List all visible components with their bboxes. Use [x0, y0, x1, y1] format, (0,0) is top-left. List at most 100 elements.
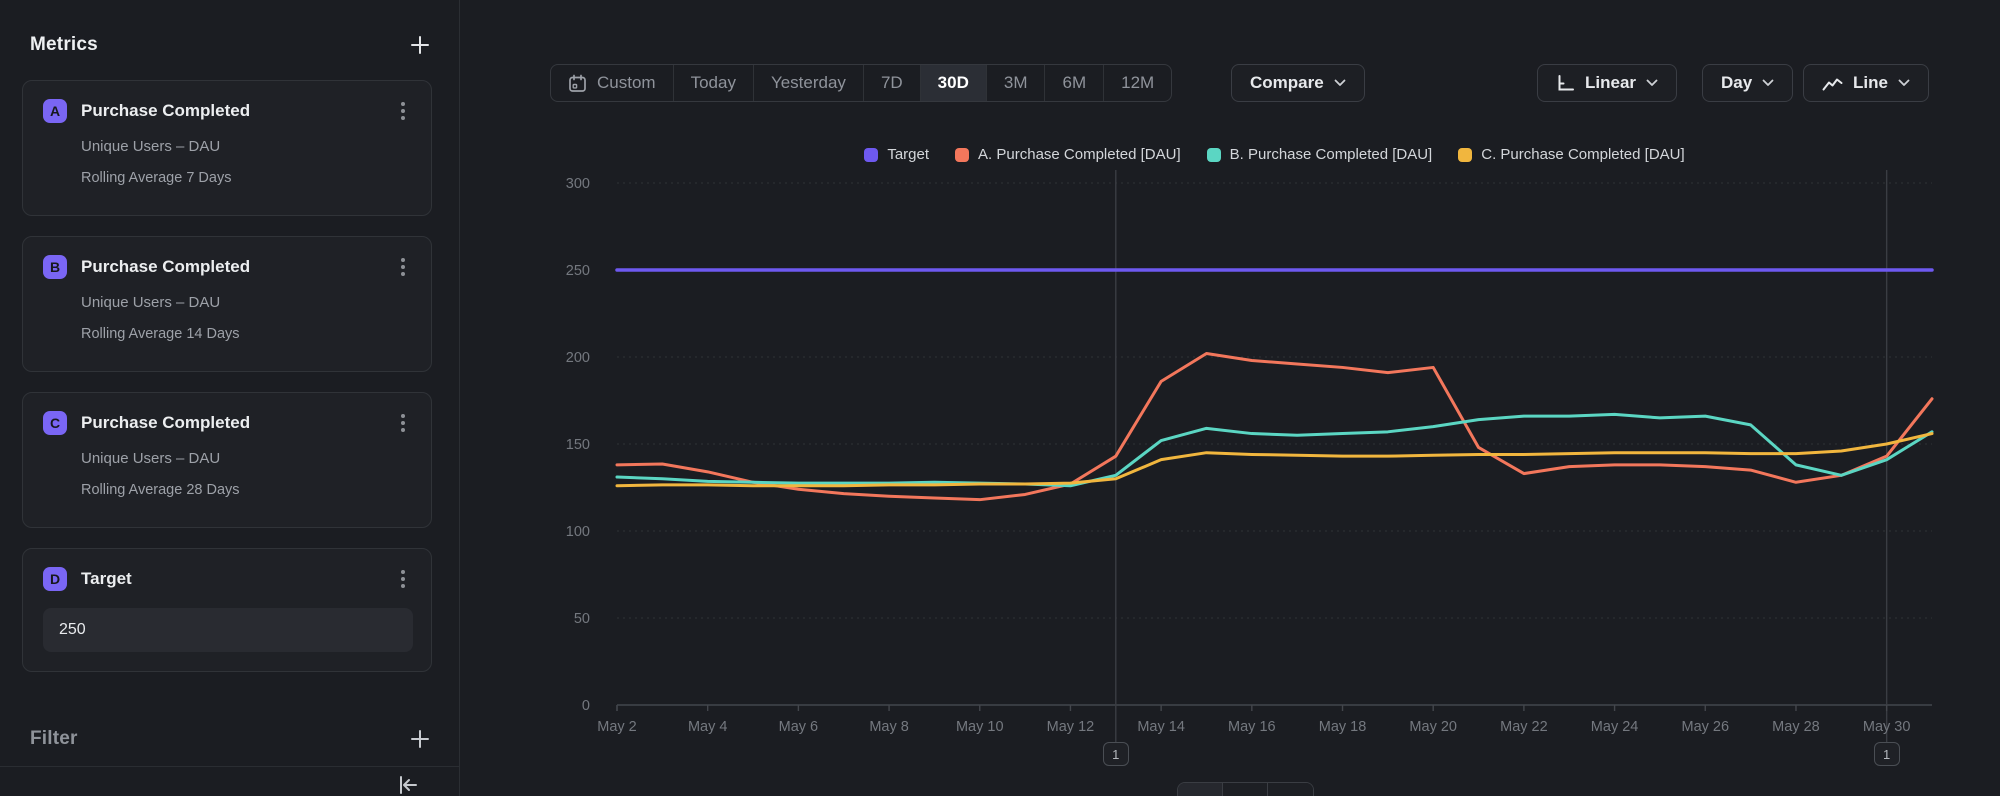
y-axis-label: 250: [566, 263, 590, 279]
add-filter-button[interactable]: [409, 728, 431, 750]
range-option-custom[interactable]: Custom: [551, 65, 674, 101]
x-axis-label: May 2: [597, 719, 637, 735]
kebab-dot: [401, 102, 405, 106]
target-value-input[interactable]: [43, 608, 413, 652]
kebab-dot: [401, 258, 405, 262]
y-axis-label: 150: [566, 437, 590, 453]
metric-menu-button[interactable]: [395, 410, 411, 436]
metric-card-c[interactable]: CPurchase CompletedUnique Users – DAURol…: [22, 392, 432, 528]
target-card[interactable]: DTarget: [22, 548, 432, 672]
collapse-left-icon: [396, 774, 420, 796]
x-axis-label: May 28: [1772, 719, 1820, 735]
metric-badge: A: [43, 99, 67, 123]
metric-title: Purchase Completed: [81, 257, 395, 277]
chart-type-dropdown-button[interactable]: Line: [1803, 64, 1929, 102]
view-toggle-group: [1177, 782, 1314, 796]
series-line-b: [617, 414, 1932, 485]
scale-label: Linear: [1585, 73, 1636, 93]
legend-label: A. Purchase Completed [DAU]: [978, 146, 1181, 163]
metric-card-list: A Purchase Completed Unique Users – DAU Rol…: [0, 80, 459, 672]
range-group: Custom TodayYesterday7D30D 3M 6M 12M: [550, 64, 1172, 102]
metric-menu-button[interactable]: [395, 98, 411, 124]
kebab-dot: [401, 272, 405, 276]
annotation-badge[interactable]: 1: [1874, 742, 1900, 766]
metric-rolling-window: Rolling Average 7 Days: [81, 170, 411, 186]
range-option-12m[interactable]: 12M: [1104, 65, 1171, 101]
range-option-label: Custom: [597, 73, 656, 93]
range-option-today[interactable]: Today: [674, 65, 754, 101]
metrics-section-header: Metrics: [30, 34, 431, 56]
legend-label: Target: [887, 146, 929, 163]
y-axis-label: 50: [574, 611, 590, 627]
target-menu-button[interactable]: [395, 566, 411, 592]
line-chart-icon: [1822, 76, 1843, 91]
range-option-label: 3M: [1004, 73, 1028, 93]
x-axis-label: May 8: [869, 719, 909, 735]
filter-section-header: Filter: [0, 728, 459, 750]
x-axis-label: May 6: [779, 719, 819, 735]
interval-dropdown-button[interactable]: Day: [1702, 64, 1793, 102]
y-axis-label: 0: [582, 698, 590, 714]
range-option-6m[interactable]: 6M: [1045, 65, 1104, 101]
legend-item[interactable]: A. Purchase Completed [DAU]: [955, 146, 1181, 163]
series-line-a: [617, 354, 1932, 500]
x-axis-label: May 18: [1319, 719, 1367, 735]
add-metric-button[interactable]: [409, 34, 431, 56]
legend-swatch: [864, 148, 878, 162]
metric-card-b[interactable]: BPurchase CompletedUnique Users – DAURol…: [22, 236, 432, 372]
range-option-7d[interactable]: 7D: [864, 65, 921, 101]
chart-view-button[interactable]: [1178, 783, 1223, 796]
legend-item[interactable]: Target: [864, 146, 929, 163]
metric-rolling-window: Rolling Average 28 Days: [81, 482, 411, 498]
kebab-dot: [401, 414, 405, 418]
legend-item[interactable]: C. Purchase Completed [DAU]: [1458, 146, 1684, 163]
chevron-down-icon: [1898, 79, 1910, 87]
x-axis-label: May 4: [688, 719, 728, 735]
table-view-button[interactable]: [1223, 783, 1268, 796]
kebab-dot: [401, 109, 405, 113]
metric-card-header: BPurchase Completed: [43, 254, 411, 280]
legend-item[interactable]: B. Purchase Completed [DAU]: [1207, 146, 1433, 163]
y-axis-label: 100: [566, 524, 590, 540]
kebab-dot: [401, 116, 405, 120]
metric-measurement: Unique Users – DAU: [81, 294, 411, 311]
metric-menu-button[interactable]: [395, 254, 411, 280]
metrics-section-title: Metrics: [30, 34, 98, 56]
range-option-yesterday[interactable]: Yesterday: [754, 65, 864, 101]
kebab-dot: [401, 265, 405, 269]
x-axis-label: May 14: [1137, 719, 1185, 735]
axis-scale-icon: [1556, 75, 1575, 92]
annotation-badge[interactable]: 1: [1103, 742, 1129, 766]
x-axis-label: May 16: [1228, 719, 1276, 735]
x-axis-label: May 22: [1500, 719, 1548, 735]
sidebar-footer-divider: [0, 766, 459, 767]
collapse-sidebar-button[interactable]: [396, 774, 420, 796]
x-axis-label: May 12: [1047, 719, 1095, 735]
legend-swatch: [1207, 148, 1221, 162]
metric-title: Purchase Completed: [81, 101, 395, 121]
x-axis-label: May 20: [1409, 719, 1457, 735]
metric-measurement: Unique Users – DAU: [81, 450, 411, 467]
kebab-dot: [401, 577, 405, 581]
x-axis-label: May 30: [1863, 719, 1911, 735]
kebab-dot: [401, 421, 405, 425]
range-option-label: 6M: [1062, 73, 1086, 93]
plus-icon: [409, 728, 431, 750]
metric-badge: C: [43, 411, 67, 435]
compare-button[interactable]: Compare: [1231, 64, 1365, 102]
y-axis-label: 300: [566, 176, 590, 192]
chevron-down-icon: [1646, 79, 1658, 87]
compare-label: Compare: [1250, 73, 1324, 93]
filter-section-title: Filter: [30, 728, 78, 750]
chart-legend: Target A. Purchase Completed [DAU] B. Purc…: [617, 146, 1932, 163]
range-option-30d[interactable]: 30D: [921, 65, 987, 101]
notes-view-button[interactable]: [1268, 783, 1313, 796]
metric-measurement: Unique Users – DAU: [81, 138, 411, 155]
range-option-3m[interactable]: 3M: [987, 65, 1046, 101]
scale-dropdown-button[interactable]: Linear: [1537, 64, 1677, 102]
range-option-label: 12M: [1121, 73, 1154, 93]
legend-swatch: [955, 148, 969, 162]
legend-label: C. Purchase Completed [DAU]: [1481, 146, 1684, 163]
metric-card-a[interactable]: A Purchase Completed Unique Users – DAU Rol…: [22, 80, 432, 216]
interval-label: Day: [1721, 73, 1752, 93]
